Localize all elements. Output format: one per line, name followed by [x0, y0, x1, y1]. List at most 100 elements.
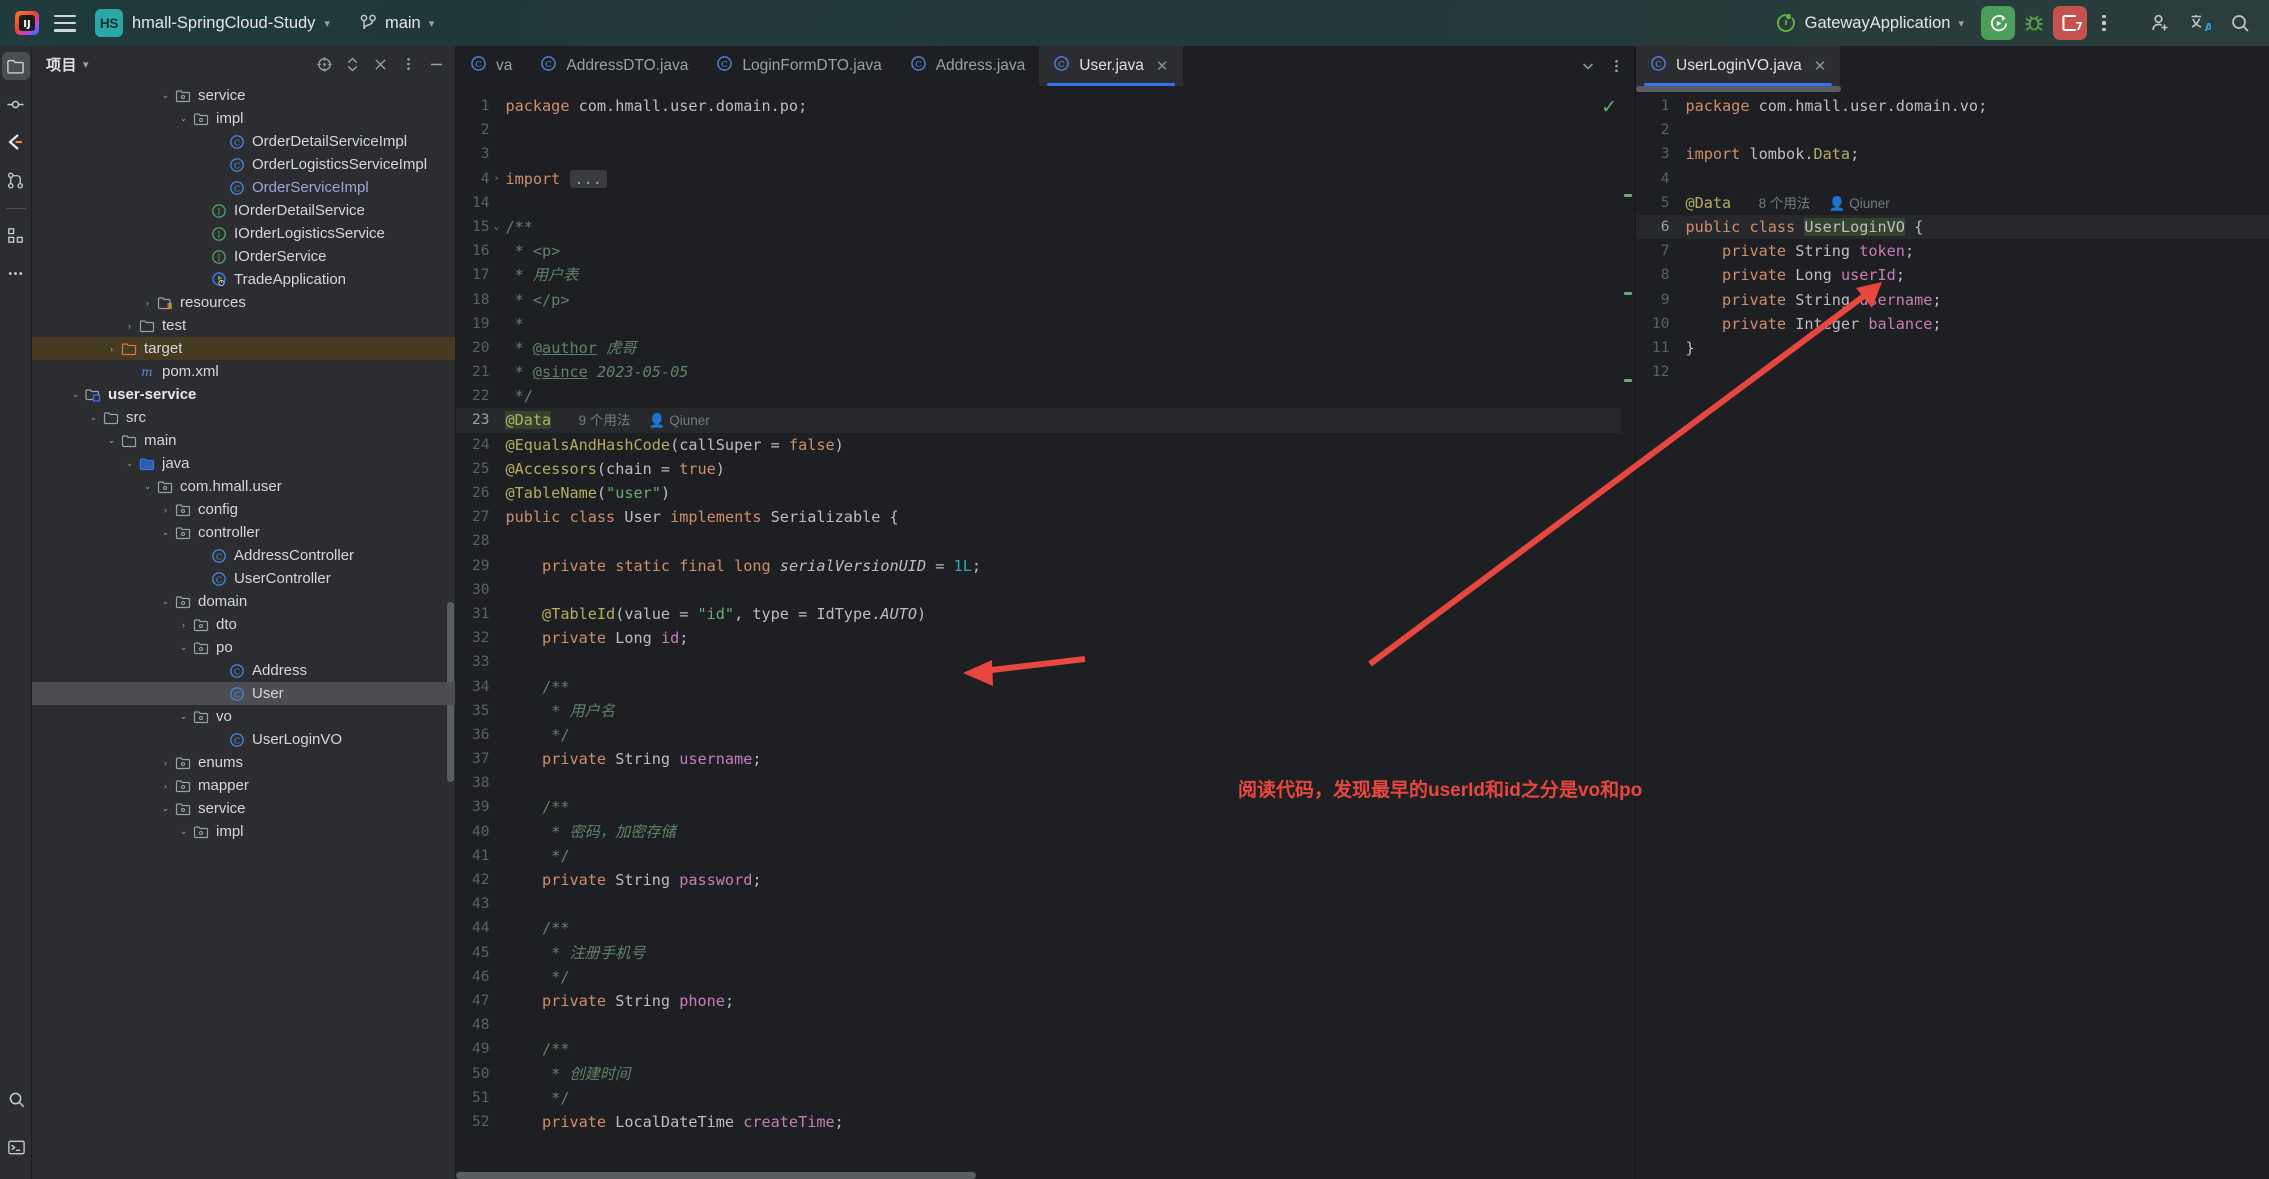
tree-item-test[interactable]: ›test — [32, 314, 455, 337]
tree-toggle-right-icon[interactable]: › — [158, 781, 173, 791]
code-line[interactable]: /** — [501, 1037, 1621, 1061]
code-line[interactable] — [501, 142, 1621, 166]
code-line[interactable]: * @since 2023-05-05 — [501, 360, 1621, 384]
hide-panel-icon[interactable] — [423, 51, 449, 77]
tree-toggle-down-icon[interactable]: ⌄ — [158, 90, 173, 101]
tree-toggle-down-icon[interactable]: ⌄ — [176, 113, 191, 124]
run-configuration-selector[interactable]: GatewayApplication ▾ — [1766, 7, 1973, 39]
horizontal-scrollbar-right[interactable] — [1636, 86, 1841, 92]
code-line[interactable]: private String username; — [1681, 288, 2269, 312]
code-line[interactable]: @TableName("user") — [501, 481, 1621, 505]
code-line[interactable] — [501, 771, 1621, 795]
more-actions-kebab-icon[interactable] — [2089, 6, 2119, 40]
code-line[interactable]: * </p> — [501, 288, 1621, 312]
tree-item-controller[interactable]: ⌄controller — [32, 521, 455, 544]
editor-content-right[interactable]: 123456789101112 package com.hmall.user.d… — [1636, 86, 2269, 1179]
code-line[interactable] — [1681, 118, 2269, 142]
code-line[interactable] — [501, 118, 1621, 142]
editor-tab-user-java[interactable]: CUser.java✕ — [1039, 46, 1182, 86]
code-line[interactable]: */ — [501, 965, 1621, 989]
editor-tab-userloginvo-java[interactable]: CUserLoginVO.java✕ — [1636, 46, 1840, 86]
tree-item-impl[interactable]: ⌄impl — [32, 107, 455, 130]
code-line[interactable]: package com.hmall.user.domain.vo; — [1681, 94, 2269, 118]
code-line[interactable]: import ... — [501, 167, 1621, 191]
tree-item-user-service[interactable]: ⌄user-service — [32, 383, 455, 406]
tree-toggle-down-icon[interactable]: ⌄ — [86, 412, 101, 423]
run-with-coverage-button[interactable] — [1981, 6, 2015, 40]
tree-toggle-right-icon[interactable]: › — [104, 344, 119, 354]
tree-toggle-right-icon[interactable]: › — [140, 298, 155, 308]
tree-item-com-hmall-user[interactable]: ⌄com.hmall.user — [32, 475, 455, 498]
code-line[interactable]: * @author 虎哥 — [501, 336, 1621, 360]
code-line[interactable]: @Accessors(chain = true) — [501, 457, 1621, 481]
tree-item-tradeapplication[interactable]: TradeApplication — [32, 268, 455, 291]
code-line[interactable]: /** — [501, 795, 1621, 819]
tree-item-iorderservice[interactable]: IIOrderService — [32, 245, 455, 268]
pull-requests-tool-icon[interactable] — [2, 166, 30, 194]
stop-processes-button[interactable]: 7 — [2053, 6, 2087, 40]
close-tab-icon[interactable]: ✕ — [1814, 57, 1827, 75]
tree-toggle-down-icon[interactable]: ⌄ — [104, 435, 119, 446]
tree-item-address[interactable]: CAddress — [32, 659, 455, 682]
tree-item-vo[interactable]: ⌄vo — [32, 705, 455, 728]
code-line[interactable]: private String phone; — [501, 989, 1621, 1013]
code-line[interactable]: * — [501, 312, 1621, 336]
code-line[interactable] — [1681, 167, 2269, 191]
tree-item-orderdetailserviceimpl[interactable]: COrderDetailServiceImpl — [32, 130, 455, 153]
tree-item-enums[interactable]: ›enums — [32, 751, 455, 774]
tree-item-iorderlogisticsservice[interactable]: IIOrderLogisticsService — [32, 222, 455, 245]
tree-item-iorderdetailservice[interactable]: IIOrderDetailService — [32, 199, 455, 222]
commit-tool-icon[interactable] — [2, 90, 30, 118]
close-tab-icon[interactable]: ✕ — [1156, 57, 1169, 75]
translate-icon[interactable]: A — [2181, 4, 2219, 42]
code-line[interactable]: @Data 8 个用法 👤 Qiuner — [1681, 191, 2269, 215]
tree-toggle-down-icon[interactable]: ⌄ — [140, 481, 155, 492]
tab-list-chevron-down-icon[interactable] — [1575, 53, 1601, 79]
editor-content-left[interactable]: 1234›1415⌄161718192021222324252627282930… — [456, 86, 1635, 1179]
editor-tab-va[interactable]: Cva — [456, 46, 526, 86]
collapse-all-icon[interactable] — [367, 51, 393, 77]
code-line[interactable]: /** — [501, 916, 1621, 940]
code-line[interactable]: * 注册手机号 — [501, 941, 1621, 965]
tree-item-pom-xml[interactable]: mpom.xml — [32, 360, 455, 383]
more-tool-windows-icon[interactable] — [2, 259, 30, 287]
search-everywhere-icon[interactable] — [2221, 4, 2259, 42]
code-line[interactable]: private String token; — [1681, 239, 2269, 263]
code-line[interactable]: public class User implements Serializabl… — [501, 505, 1621, 529]
tree-item-mapper[interactable]: ›mapper — [32, 774, 455, 797]
tree-item-impl[interactable]: ⌄impl — [32, 820, 455, 843]
code-line[interactable] — [1681, 360, 2269, 384]
tree-toggle-down-icon[interactable]: ⌄ — [176, 642, 191, 653]
project-tree[interactable]: ⌄service⌄implCOrderDetailServiceImplCOrd… — [32, 82, 455, 1179]
tree-item-service[interactable]: ⌄service — [32, 84, 455, 107]
tree-item-target[interactable]: ›target — [32, 337, 455, 360]
code-line[interactable]: * <p> — [501, 239, 1621, 263]
code-line[interactable]: * 创建时间 — [501, 1062, 1621, 1086]
add-account-icon[interactable] — [2141, 4, 2179, 42]
code-line[interactable]: @EqualsAndHashCode(callSuper = false) — [501, 433, 1621, 457]
code-line[interactable]: */ — [501, 723, 1621, 747]
inspection-marker-bar-left[interactable] — [1621, 86, 1635, 1179]
code-line[interactable]: private Long id; — [501, 626, 1621, 650]
tree-item-po[interactable]: ⌄po — [32, 636, 455, 659]
tree-toggle-down-icon[interactable]: ⌄ — [176, 711, 191, 722]
search-icon[interactable] — [2, 1085, 30, 1113]
tree-toggle-down-icon[interactable]: ⌄ — [158, 803, 173, 814]
code-line[interactable] — [501, 650, 1621, 674]
editor-tabs-right[interactable]: CUserLoginVO.java✕ — [1636, 46, 2269, 86]
tree-item-usercontroller[interactable]: CUserController — [32, 567, 455, 590]
tree-item-orderlogisticsserviceimpl[interactable]: COrderLogisticsServiceImpl — [32, 153, 455, 176]
tree-toggle-down-icon[interactable]: ⌄ — [68, 389, 83, 400]
editor-tabs-left[interactable]: CvaCAddressDTO.javaCLoginFormDTO.javaCAd… — [456, 46, 1635, 86]
code-line[interactable]: */ — [501, 1086, 1621, 1110]
tree-toggle-down-icon[interactable]: ⌄ — [158, 527, 173, 538]
code-line[interactable]: @TableId(value = "id", type = IdType.AUT… — [501, 602, 1621, 626]
tree-item-domain[interactable]: ⌄domain — [32, 590, 455, 613]
code-line[interactable]: */ — [501, 844, 1621, 868]
code-text-left[interactable]: package com.hmall.user.domain.po; import… — [501, 86, 1621, 1179]
code-text-right[interactable]: package com.hmall.user.domain.vo; import… — [1681, 86, 2269, 1179]
code-line[interactable]: * 密码，加密存储 — [501, 820, 1621, 844]
tree-item-src[interactable]: ⌄src — [32, 406, 455, 429]
git-branch-selector[interactable]: main ▾ — [352, 10, 442, 37]
editor-tab-addressdto-java[interactable]: CAddressDTO.java — [526, 46, 702, 86]
